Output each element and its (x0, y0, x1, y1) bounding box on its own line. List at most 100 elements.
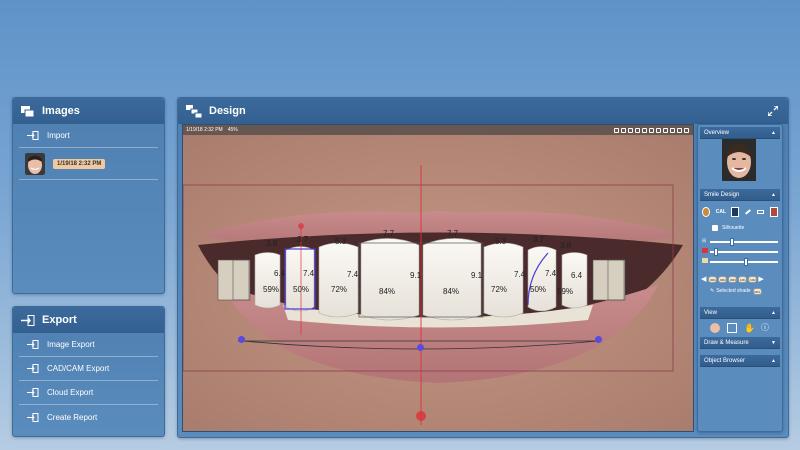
expand-section-icon: ▼ (771, 339, 776, 346)
guide-handle-center[interactable] (417, 344, 424, 351)
guide-handle-left[interactable] (238, 336, 245, 343)
ratio-label: 84% (379, 287, 396, 296)
collapse-icon: ▲ (771, 191, 776, 198)
lock-icon[interactable] (656, 127, 661, 133)
adjustment-sliders: ⊟ (698, 233, 782, 273)
object-browser-label: Object Browser (704, 357, 746, 364)
shade-swatch[interactable]: 0M2 (718, 275, 728, 283)
guide-handle-right[interactable] (595, 336, 602, 343)
view-section-header[interactable]: View ▲ (700, 307, 780, 319)
flag-icon (702, 248, 708, 253)
zoom-out-icon[interactable] (677, 127, 682, 133)
cad-cam-export-button[interactable]: CAD/CAM Export (19, 357, 158, 381)
rotate-left-icon[interactable] (621, 127, 626, 133)
shade-swatch[interactable]: 0M3 (728, 275, 738, 283)
export-arrow-icon (27, 340, 39, 349)
images-panel-title: Images (42, 105, 80, 117)
ratio-label: 72% (491, 285, 508, 294)
collapse-icon: ▲ (771, 309, 776, 316)
draw-measure-label: Draw & Measure (704, 339, 749, 346)
smile-design-label: Smile Design (704, 191, 740, 198)
width-label: 3.8 (560, 241, 572, 250)
export-panel: Export Image Export CAD/CAM Export Cloud… (12, 306, 165, 437)
cal-button[interactable]: CAL (716, 209, 726, 215)
ratio-label: 59% (263, 285, 280, 294)
width-label: 5.3 (495, 237, 507, 246)
height-label: 9.1 (410, 271, 422, 280)
tooth-library-icon[interactable] (731, 207, 739, 217)
view-label: View (704, 309, 717, 316)
overview-thumbnail[interactable] (722, 139, 756, 181)
redo-icon[interactable] (642, 127, 647, 133)
export-arrow-icon (27, 412, 39, 422)
image-list-item[interactable]: 1/19/18 2:32 PM (19, 148, 158, 180)
draw-measure-section-header[interactable]: Draw & Measure ▼ (700, 337, 780, 349)
shade-slider[interactable] (710, 258, 778, 266)
hand-pan-icon[interactable]: ✋ (744, 323, 755, 333)
measure-icon[interactable] (756, 210, 765, 214)
gift-icon[interactable] (770, 207, 779, 217)
cloud-export-button[interactable]: Cloud Export (19, 381, 158, 405)
object-browser-section-header[interactable]: Object Browser ▲ (700, 355, 780, 367)
height-label: 7.4 (514, 270, 526, 279)
chevron-left-icon[interactable]: ◀ (701, 275, 706, 283)
design-canvas[interactable]: 1/19/18 2:32 PM 45% 3.8 3.7 5.3 7.7 7.7 … (182, 124, 694, 432)
export-arrow-icon (27, 388, 39, 397)
images-panel: Images Import 1/19/18 2:32 PM (12, 97, 165, 294)
eyedropper-icon: ✎ (710, 288, 715, 294)
import-icon (27, 131, 39, 140)
pen-icon[interactable] (744, 209, 751, 215)
cloud-export-label: Cloud Export (47, 388, 94, 397)
fullscreen-icon[interactable] (684, 127, 689, 133)
import-button[interactable]: Import (19, 124, 158, 148)
image-export-button[interactable]: Image Export (19, 333, 158, 357)
shade-swatch[interactable]: 1M1 (738, 275, 748, 283)
undo-icon[interactable] (635, 127, 640, 133)
width-label: 3.8 (266, 239, 278, 248)
overview-section-header[interactable]: Overview ▲ (700, 127, 780, 139)
fit-icon[interactable] (663, 127, 668, 133)
silhouette-row[interactable]: Silhouette (698, 223, 782, 233)
create-report-button[interactable]: Create Report (19, 405, 158, 429)
selected-shade-label: Selected shade (716, 288, 751, 294)
canvas-tools (614, 127, 693, 133)
shade-swatch[interactable]: 0M1 (708, 275, 718, 283)
width-label: 5.3 (335, 237, 347, 246)
ratio-label: 84% (443, 287, 460, 296)
globe-icon[interactable] (702, 207, 710, 217)
canvas-timestamp: 1/19/18 2:32 PM (186, 127, 223, 133)
midline-handle-bottom[interactable] (416, 411, 426, 421)
collapse-icon: ▲ (771, 357, 776, 364)
chevron-right-icon[interactable]: ▶ (758, 275, 763, 283)
crop-tool-icon[interactable] (614, 127, 619, 133)
width-label: 7.7 (447, 229, 459, 238)
face-view-icon[interactable] (710, 323, 720, 333)
shade-icon (702, 258, 708, 263)
collapse-icon: ▲ (771, 129, 776, 136)
contrast-slider[interactable] (710, 248, 778, 256)
brightness-slider[interactable] (710, 238, 778, 246)
height-label: 6.4 (571, 271, 583, 280)
frame-view-icon[interactable] (727, 323, 737, 333)
design-panel-header: Design (178, 98, 788, 124)
smile-photo (183, 135, 693, 431)
rotate-right-icon[interactable] (628, 127, 633, 133)
ratio-label: 50% (293, 285, 310, 294)
expand-icon[interactable] (768, 106, 778, 116)
midline-handle-top[interactable] (298, 223, 304, 229)
export-icon (21, 314, 35, 326)
selected-shade-value: 0M1 (752, 287, 762, 295)
smile-design-section-header[interactable]: Smile Design ▲ (700, 189, 780, 201)
width-label: 7.7 (383, 229, 395, 238)
silhouette-label: Silhouette (722, 225, 745, 231)
brightness-icon: ⊟ (702, 238, 707, 244)
zoom-in-icon[interactable] (670, 127, 675, 133)
home-icon[interactable] (649, 127, 654, 133)
design-panel-title: Design (209, 105, 246, 117)
info-icon[interactable]: ⓘ (761, 323, 771, 333)
export-panel-title: Export (42, 314, 77, 326)
images-panel-header: Images (13, 98, 164, 124)
create-report-label: Create Report (47, 412, 98, 422)
shade-swatch[interactable]: 1M2 (748, 275, 758, 283)
ratio-label: 50% (530, 285, 547, 294)
